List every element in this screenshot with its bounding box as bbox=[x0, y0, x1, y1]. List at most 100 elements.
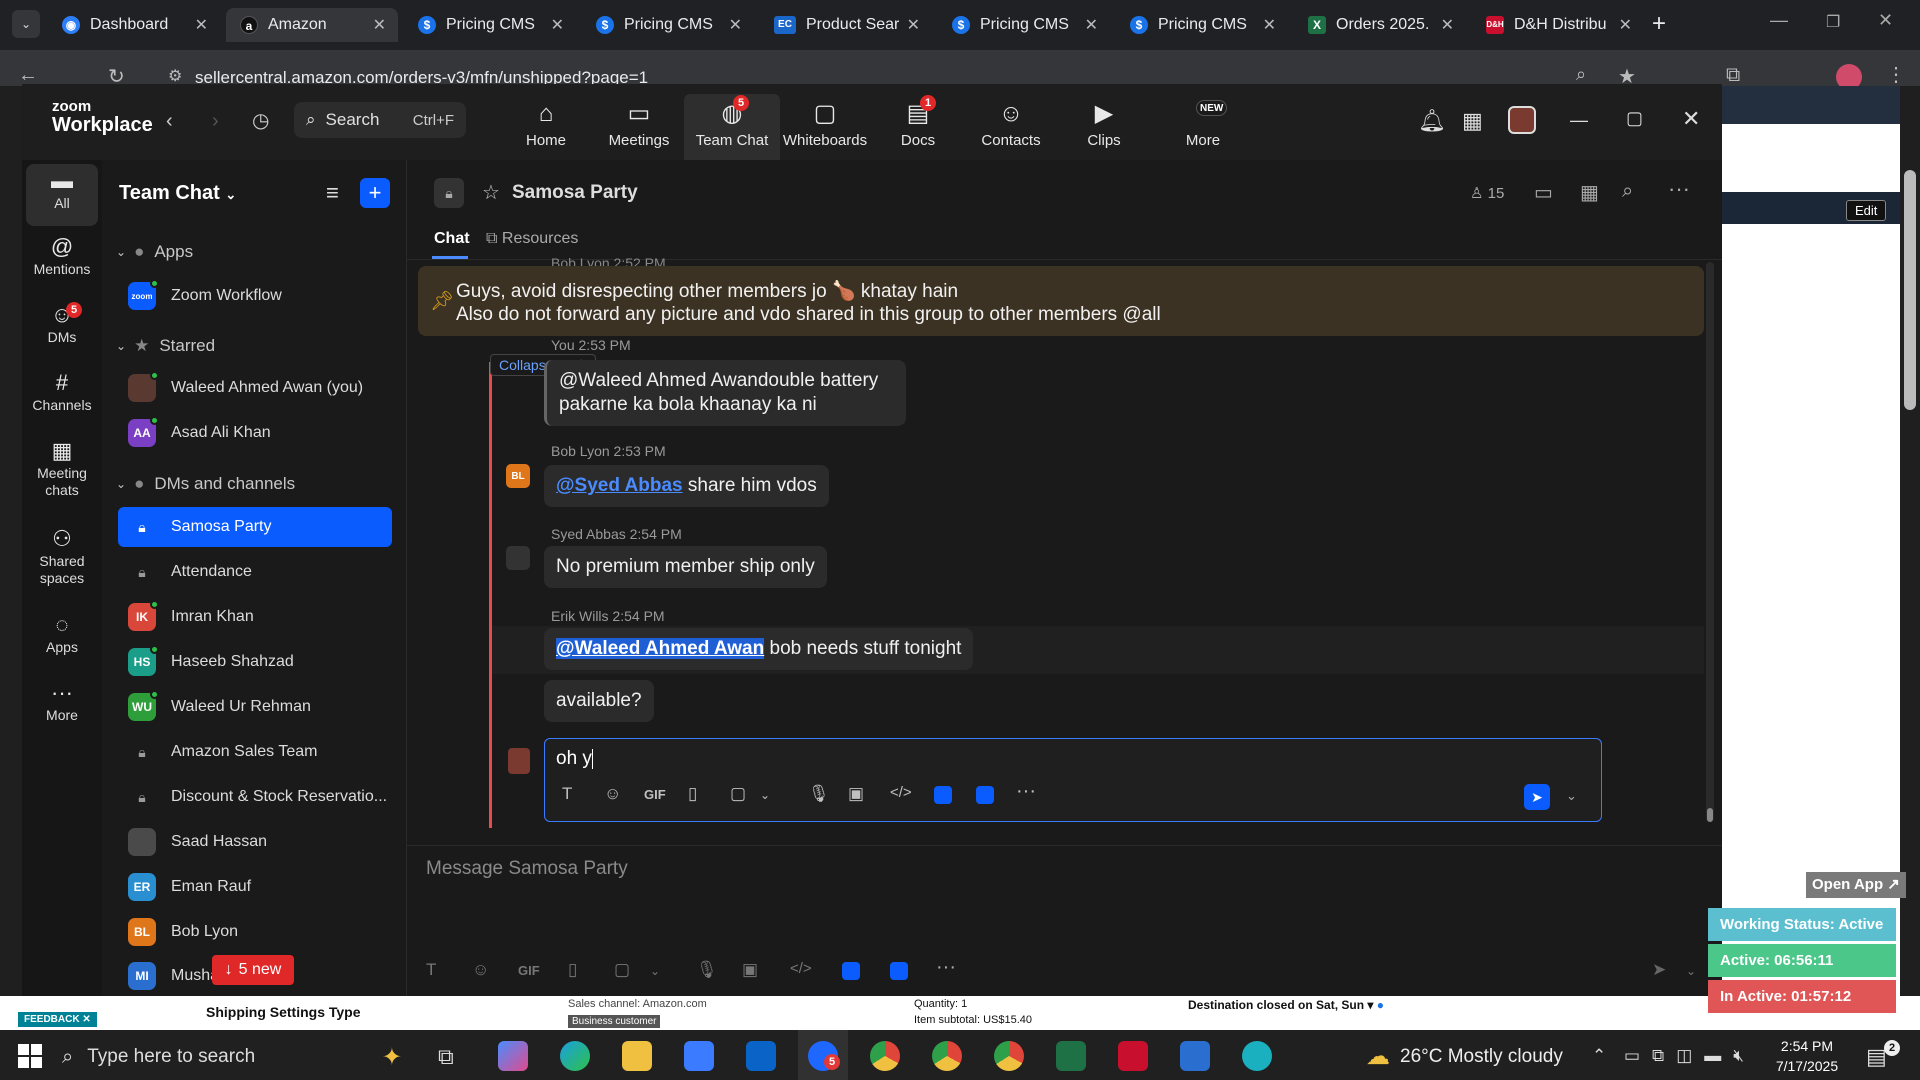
text-format-icon[interactable]: T bbox=[562, 784, 572, 804]
nav-contacts[interactable]: ☺ Contacts bbox=[963, 100, 1059, 149]
clock[interactable]: 2:54 PM 7/17/2025 bbox=[1762, 1036, 1852, 1076]
dm-item[interactable]: WU Waleed Ur Rehman bbox=[118, 687, 392, 727]
message-bubble[interactable]: @Syed Abbas share him vdos bbox=[544, 465, 829, 507]
calendar-app-icon[interactable]: ▦ bbox=[1462, 108, 1483, 134]
edge-browser-icon[interactable] bbox=[560, 1041, 590, 1071]
destination-closed-dropdown[interactable]: Destination closed on Sat, Sun ▾ ● bbox=[1188, 998, 1384, 1012]
task-view-icon[interactable]: ⧉ bbox=[438, 1044, 454, 1070]
list-item[interactable]: Waleed Ahmed Awan (you) bbox=[118, 368, 392, 408]
gif-icon[interactable]: GIF bbox=[518, 963, 540, 978]
channel-title[interactable]: Samosa Party bbox=[512, 182, 638, 204]
mention-link[interactable]: @Waleed Ahmed Awan bbox=[556, 638, 765, 659]
close-icon[interactable]: ✕ bbox=[1619, 15, 1632, 35]
store-icon[interactable] bbox=[684, 1041, 714, 1071]
file-explorer-icon[interactable] bbox=[622, 1041, 652, 1071]
screenshot-icon[interactable]: ▢ bbox=[730, 784, 746, 804]
close-icon[interactable]: ✕ bbox=[729, 15, 742, 35]
rail-apps[interactable]: ◌ Apps bbox=[22, 614, 102, 656]
tab-chat[interactable]: Chat bbox=[434, 230, 470, 248]
list-item[interactable]: AA Asad Ali Khan bbox=[118, 413, 392, 453]
rail-more[interactable]: ··· More bbox=[22, 682, 102, 724]
channel-item[interactable]: 🔒︎ Discount & Stock Reservatio... bbox=[118, 777, 392, 817]
zoom-magnifier-icon[interactable]: ⌕ bbox=[1576, 64, 1586, 85]
zoom-maximize-button[interactable]: ▢ bbox=[1626, 108, 1643, 129]
screenshot-icon[interactable]: ▢ bbox=[614, 960, 630, 980]
rail-channels[interactable]: # Channels bbox=[22, 372, 102, 414]
open-app-button[interactable]: Open App ↗ bbox=[1806, 872, 1906, 898]
page-scrollbar[interactable] bbox=[1904, 170, 1916, 410]
zoom-close-button[interactable]: ✕ bbox=[1682, 106, 1700, 132]
chrome-icon[interactable] bbox=[870, 1041, 900, 1071]
history-clock-icon[interactable]: ◷ bbox=[252, 108, 269, 133]
rail-all[interactable]: ▬ All bbox=[22, 170, 102, 212]
close-icon[interactable]: ✕ bbox=[1441, 15, 1454, 35]
notifications-bell-icon[interactable]: 🔔︎ bbox=[1418, 108, 1446, 134]
dm-item[interactable]: Saad Hassan bbox=[118, 822, 392, 862]
outlook-icon[interactable] bbox=[746, 1041, 776, 1071]
send-options-chevron-icon[interactable]: ⌄ bbox=[1566, 788, 1577, 804]
code-snippet-icon[interactable]: </> bbox=[890, 784, 912, 801]
nav-meetings[interactable]: ▭ Meetings bbox=[591, 100, 687, 149]
calculator-icon[interactable] bbox=[1180, 1041, 1210, 1071]
section-dms-channels[interactable]: ⌄ ● DMs and channels bbox=[116, 474, 295, 494]
tray-icons[interactable]: ▭⧉◫▬🔇︎ bbox=[1624, 1046, 1756, 1066]
browser-tab-pricing-cms[interactable]: $ Pricing CMS ✕ bbox=[938, 8, 1110, 42]
app-icon[interactable] bbox=[842, 962, 860, 980]
close-icon[interactable]: ✕ bbox=[1263, 15, 1276, 35]
channel-item[interactable]: 🔒︎ Amazon Sales Team bbox=[118, 732, 392, 772]
chevron-down-icon[interactable]: ⌄ bbox=[1686, 964, 1696, 978]
browser-tab-product-search[interactable]: EC Product Sear ✕ bbox=[760, 8, 932, 42]
text-format-icon[interactable]: T bbox=[426, 960, 436, 980]
user-avatar[interactable] bbox=[1508, 106, 1536, 134]
nav-clips[interactable]: ▶ Clips bbox=[1056, 100, 1152, 149]
section-apps[interactable]: ⌄ ● Apps bbox=[116, 242, 193, 262]
chat-scrollbar[interactable] bbox=[1706, 262, 1714, 822]
message-bubble[interactable]: available? bbox=[544, 680, 654, 722]
code-snippet-icon[interactable]: </> bbox=[790, 960, 812, 977]
message-input[interactable]: Message Samosa Party bbox=[426, 858, 628, 880]
search-input[interactable]: ⌕ Search Ctrl+F bbox=[294, 102, 466, 138]
audio-message-icon[interactable]: 🎙︎ bbox=[696, 960, 718, 980]
video-call-icon[interactable]: ▭ bbox=[1534, 180, 1553, 205]
copilot-app-icon[interactable] bbox=[498, 1041, 528, 1071]
browser-tab-amazon[interactable]: a Amazon ✕ bbox=[226, 8, 398, 42]
team-chat-title[interactable]: Team Chat ⌄ bbox=[119, 182, 236, 205]
dm-item[interactable]: HS Haseeb Shahzad bbox=[118, 642, 392, 682]
app-icon[interactable] bbox=[934, 786, 952, 804]
chevron-down-icon[interactable]: ⌄ bbox=[650, 964, 660, 978]
favorite-star-icon[interactable]: ☆ bbox=[482, 180, 500, 205]
message-bubble[interactable]: @Waleed Ahmed Awan bob needs stuff tonig… bbox=[544, 628, 974, 670]
thread-reply-box[interactable] bbox=[544, 738, 1602, 822]
search-icon[interactable]: ⌕ bbox=[1622, 180, 1633, 203]
language-selector[interactable]: EN bbox=[1816, 162, 1834, 177]
feedback-tab[interactable]: FEEDBACK ✕ bbox=[18, 1012, 97, 1027]
app-hexagon-icon[interactable] bbox=[1242, 1041, 1272, 1071]
dm-item[interactable]: BL Bob Lyon bbox=[118, 912, 392, 952]
send-disabled-icon[interactable]: ➤ bbox=[1652, 960, 1666, 980]
nav-docs[interactable]: ▤ Docs bbox=[870, 100, 966, 149]
new-tab-button[interactable]: + bbox=[1652, 10, 1666, 38]
pinned-message-banner[interactable]: 📌︎ Guys, avoid disrespecting other membe… bbox=[418, 266, 1704, 336]
site-info-icon[interactable]: ⚙ bbox=[168, 66, 182, 86]
dm-item[interactable]: ER Eman Rauf bbox=[118, 867, 392, 907]
tab-list-dropdown[interactable]: ⌄ bbox=[12, 10, 40, 38]
filezilla-icon[interactable] bbox=[1118, 1041, 1148, 1071]
more-options-icon[interactable]: ··· bbox=[1016, 780, 1036, 803]
browser-tab-orders[interactable]: X Orders 2025. ✕ bbox=[1294, 8, 1466, 42]
channel-item-attendance[interactable]: 🔒︎ Attendance bbox=[118, 552, 392, 592]
scrollbar-thumb[interactable] bbox=[1707, 808, 1713, 822]
browser-menu-icon[interactable]: ⋮ bbox=[1886, 62, 1906, 87]
compose-button[interactable]: + bbox=[360, 178, 390, 208]
mention-link[interactable]: @Syed Abbas bbox=[556, 475, 683, 496]
minimize-window-button[interactable]: — bbox=[1770, 10, 1788, 31]
back-arrow-icon[interactable]: ‹ bbox=[166, 110, 173, 133]
extension-icon[interactable]: ⧉ bbox=[1726, 64, 1740, 87]
mail-icon[interactable]: ✉ bbox=[1756, 160, 1769, 178]
file-icon[interactable]: ▯ bbox=[568, 960, 577, 980]
emoji-icon[interactable]: ☺ bbox=[604, 784, 621, 804]
tray-chevron-up-icon[interactable]: ⌃ bbox=[1592, 1046, 1606, 1066]
members-count[interactable]: ♙ 15 bbox=[1470, 184, 1504, 202]
excel-icon[interactable] bbox=[1056, 1041, 1086, 1071]
list-item[interactable]: zoom Zoom Workflow bbox=[118, 276, 392, 316]
audio-message-icon[interactable]: 🎙︎ bbox=[808, 784, 830, 804]
